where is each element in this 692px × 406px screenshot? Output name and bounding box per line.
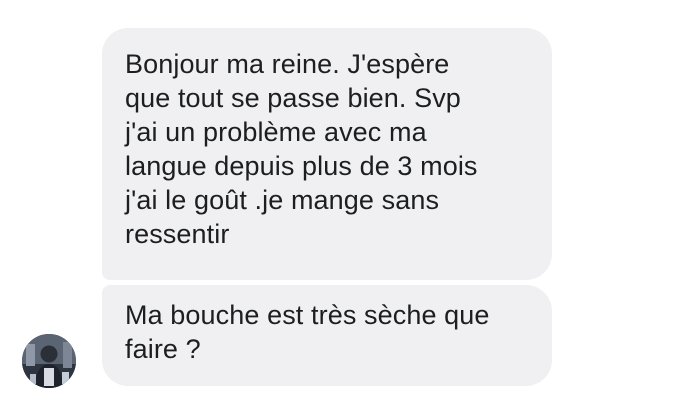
profile-photo-icon — [22, 334, 76, 388]
message-thread: Bonjour ma reine. J'espère que tout se p… — [0, 0, 692, 406]
message-bubble-2[interactable]: Ma bouche est très sèche que faire ? — [102, 285, 552, 386]
message-bubble-1[interactable]: Bonjour ma reine. J'espère que tout se p… — [102, 28, 552, 280]
sender-avatar[interactable] — [22, 334, 76, 388]
